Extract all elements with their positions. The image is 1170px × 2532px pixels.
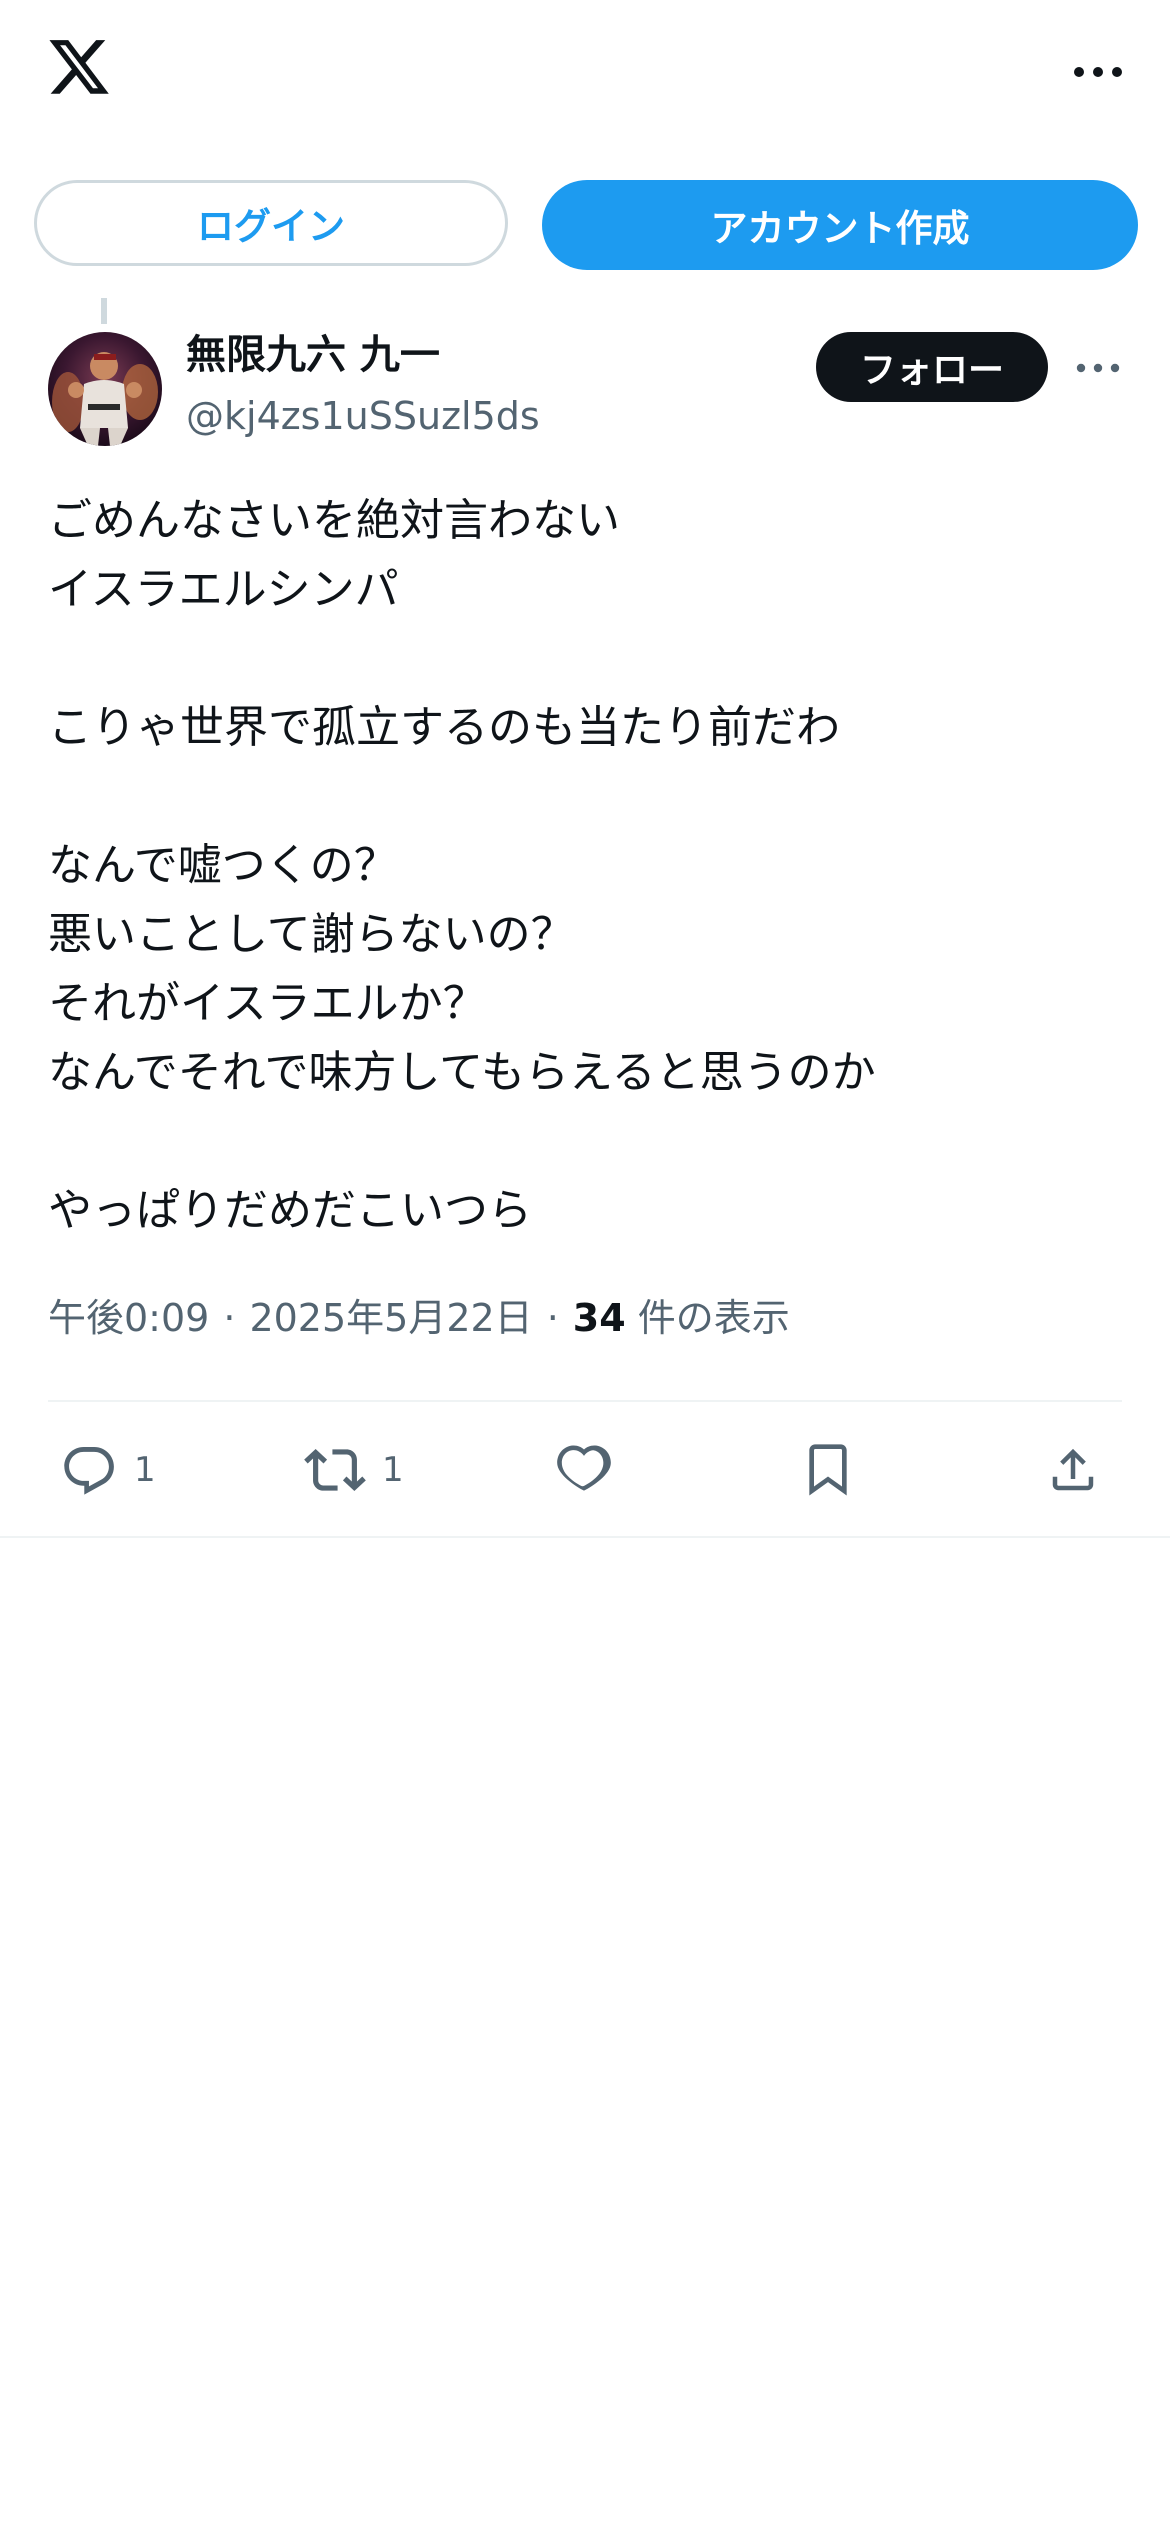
tweet-text-line [48,762,1128,831]
auth-buttons: ログイン アカウント作成 [34,180,1138,270]
x-logo-icon[interactable] [46,40,112,102]
divider [48,1400,1122,1402]
tweet-actions: 1 1 [0,1430,1170,1510]
display-name[interactable]: 無限九六 九一 [186,330,440,380]
thread-connector-line [101,298,107,324]
retweet-button[interactable]: 1 [304,1430,404,1510]
views-count: 34 [572,1296,626,1340]
bookmark-icon [804,1442,852,1498]
tweet-text-line: イスラエルシンパ [48,564,399,615]
share-icon [1046,1442,1100,1498]
retweet-icon [304,1444,366,1496]
tweet-meta: 午後0:09 · 2025年5月22日 · 34 件の表示 [48,1290,790,1346]
heart-icon [556,1444,612,1496]
reply-count: 1 [134,1450,156,1490]
more-horizontal-icon[interactable] [1070,52,1126,92]
tweet-date[interactable]: 2025年5月22日 [249,1296,532,1340]
meta-separator: · [223,1296,236,1340]
tweet-time[interactable]: 午後0:09 [48,1296,209,1340]
tweet-text-line: やっぱりだめだこいつら [48,1185,532,1236]
top-bar [0,0,1170,150]
tweet-text-line: 悪いことして謝らないの？ [48,909,575,960]
tweet-text-line: なんで嘘つくの？ [48,840,398,891]
reply-button[interactable]: 1 [60,1430,156,1510]
share-button[interactable] [1046,1430,1100,1510]
reply-icon [60,1443,118,1497]
views-label: 件の表示 [637,1296,790,1340]
login-button[interactable]: ログイン [34,180,508,266]
user-handle[interactable]: @kj4zs1uSSuzl5ds [186,392,540,440]
tweet-text-line [48,1107,1128,1176]
tweet-text-line: それがイスラエルか？ [48,978,487,1029]
tweet-text-line [48,624,1128,693]
like-button[interactable] [556,1430,612,1510]
bottom-divider [0,1536,1170,1538]
create-account-button[interactable]: アカウント作成 [542,180,1138,270]
meta-separator: · [546,1296,559,1340]
bookmark-button[interactable] [804,1430,852,1510]
follow-button[interactable]: フォロー [816,332,1048,402]
tweet-text-line: なんでそれで味方してもらえると思うのか [48,1047,876,1098]
tweet-text-line: こりゃ世界で孤立するのも当たり前だわ [48,702,840,753]
tweet-text-line: ごめんなさいを絶対言わない [48,495,620,546]
retweet-count: 1 [382,1450,404,1490]
avatar[interactable] [48,332,162,446]
tweet-text: ごめんなさいを絶対言わない イスラエルシンパ こりゃ世界で孤立するのも当たり前だ… [48,486,1128,1245]
tweet-more-icon[interactable] [1070,348,1126,388]
